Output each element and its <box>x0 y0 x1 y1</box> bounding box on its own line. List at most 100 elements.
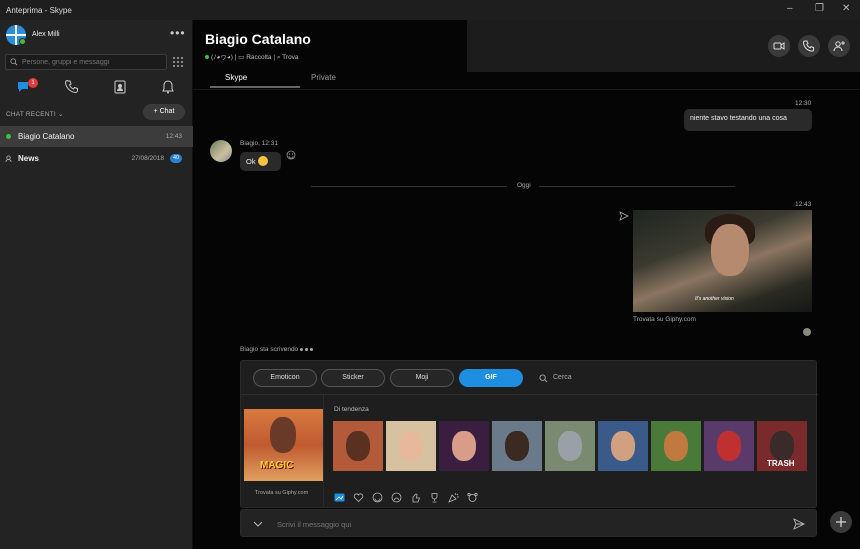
gif-thumbnail[interactable] <box>333 421 383 471</box>
news-icon <box>5 155 12 162</box>
add-person-icon <box>833 41 845 52</box>
gif-thumbnail-text: TRASH <box>767 459 795 468</box>
dialpad-icon[interactable] <box>172 56 184 68</box>
close-icon[interactable]: ✕ <box>842 4 850 14</box>
tab-moji[interactable]: Moji <box>390 369 454 387</box>
picker-divider <box>241 394 818 395</box>
online-status-icon <box>205 55 209 59</box>
avatar[interactable] <box>210 140 232 162</box>
incoming-message[interactable]: Ok <box>240 152 281 171</box>
restore-icon[interactable]: ❐ <box>815 4 824 14</box>
header-divider <box>193 89 860 90</box>
featured-gif[interactable]: MAGIC <box>244 409 323 481</box>
featured-gif-figure <box>270 417 296 453</box>
sad-icon[interactable] <box>391 492 402 503</box>
sidebar: Alex Milli ••• 1 CHAT RECENTI ⌄ + Chat B… <box>0 20 193 549</box>
chat-item-time: 12:43 <box>165 133 182 140</box>
chat-item-news[interactable]: News 27/08/2018 40 <box>0 148 193 169</box>
more-options-icon[interactable]: ••• <box>170 26 186 40</box>
chat-item-name: Biagio Catalano <box>18 132 75 141</box>
message-time: 12:30 <box>795 100 812 107</box>
contact-name[interactable]: Biagio Catalano <box>205 31 311 47</box>
featured-source-link[interactable]: Trovata su Giphy.com <box>255 490 308 496</box>
gif-thumbnail[interactable] <box>651 421 701 471</box>
find-link[interactable]: Trova <box>282 54 298 61</box>
phone-icon <box>803 40 815 52</box>
chat-unread-badge: 1 <box>28 78 38 88</box>
trending-category-icon[interactable] <box>334 492 345 503</box>
audio-call-button[interactable] <box>798 35 820 57</box>
gif-thumbnail[interactable] <box>439 421 489 471</box>
new-chat-button[interactable]: + Chat <box>143 104 185 120</box>
contacts-icon[interactable] <box>113 80 127 94</box>
smile-emoji-icon <box>257 156 268 167</box>
video-camera-icon <box>773 42 785 50</box>
gif-source-link[interactable]: Trovata su Giphy.com <box>633 316 696 323</box>
gif-caption: It's another vision <box>695 296 734 302</box>
window-title: Anteprima - Skype <box>6 6 72 15</box>
notifications-bell-icon[interactable] <box>161 80 175 94</box>
forward-icon[interactable] <box>619 211 629 221</box>
search-icon: ⌕ <box>276 54 281 61</box>
gif-thumbnail[interactable] <box>386 421 436 471</box>
day-separator: Oggi <box>517 182 531 189</box>
gif-figure-face <box>711 224 749 276</box>
contact-mood: (ﾉ◕ヮ◕) <box>211 54 233 61</box>
tab-gif[interactable]: GIF <box>459 369 523 387</box>
gallery-icon: ▭ <box>238 54 245 61</box>
search-box[interactable] <box>5 54 167 70</box>
trophy-icon[interactable] <box>429 492 440 503</box>
tab-sticker[interactable]: Sticker <box>321 369 385 387</box>
read-receipt-avatar <box>803 328 811 336</box>
gif-picker-panel: Emoticon Sticker Moji GIF Cerca MAGIC Tr… <box>240 360 818 508</box>
plus-icon <box>836 517 846 527</box>
gallery-link[interactable]: Raccolta <box>246 54 271 61</box>
gif-thumbnail[interactable] <box>545 421 595 471</box>
picker-column-divider <box>323 395 324 508</box>
message-input[interactable] <box>277 518 757 530</box>
trending-label: Di tendenza <box>334 406 369 413</box>
message-text: Ok <box>246 157 256 166</box>
thumbs-up-icon[interactable] <box>410 492 421 503</box>
outgoing-message[interactable]: niente stavo testando una cosa <box>684 109 812 131</box>
recent-chats-title: CHAT RECENTI <box>6 111 56 118</box>
user-name[interactable]: Alex Milli <box>32 31 60 38</box>
gif-search-input[interactable]: Cerca <box>553 374 572 381</box>
phone-icon[interactable] <box>65 80 79 94</box>
search-icon <box>10 58 18 66</box>
animal-icon[interactable] <box>467 492 478 503</box>
tab-emoticon[interactable]: Emoticon <box>253 369 317 387</box>
gif-thumbnail[interactable] <box>704 421 754 471</box>
add-content-button[interactable] <box>830 511 852 533</box>
smile-icon[interactable] <box>372 492 383 503</box>
party-icon[interactable] <box>448 492 459 503</box>
chevron-down-icon: ⌄ <box>57 111 64 118</box>
video-call-button[interactable] <box>768 35 790 57</box>
day-separator-line <box>539 186 735 187</box>
gif-thumbnail[interactable]: TRASH <box>757 421 807 471</box>
typing-indicator: Biagio sta scrivendo <box>240 346 314 353</box>
active-tab-indicator <box>210 86 300 88</box>
add-people-button[interactable] <box>828 35 850 57</box>
gif-thumbnail[interactable] <box>598 421 648 471</box>
minimize-icon[interactable]: – <box>787 4 793 14</box>
contact-subheader: (ﾉ◕ヮ◕) | ▭ Raccolta | ⌕ Trova <box>205 51 299 62</box>
gif-thumbnail[interactable] <box>492 421 542 471</box>
gif-message[interactable]: It's another vision <box>633 210 812 312</box>
window-titlebar: Anteprima - Skype – ❐ ✕ <box>0 0 860 20</box>
chat-item-biagio[interactable]: Biagio Catalano 12:43 <box>0 126 193 147</box>
unread-count-badge: 40 <box>170 154 182 163</box>
chevron-down-icon[interactable] <box>253 519 263 529</box>
tab-skype[interactable]: Skype <box>225 73 247 82</box>
message-composer <box>240 509 817 537</box>
add-reaction-icon[interactable] <box>286 150 296 160</box>
day-separator-line <box>311 186 507 187</box>
search-input[interactable] <box>22 57 162 68</box>
typing-text: Biagio sta scrivendo <box>240 346 299 353</box>
recent-chats-header[interactable]: CHAT RECENTI ⌄ <box>6 110 64 118</box>
tab-private[interactable]: Private <box>311 73 336 82</box>
send-icon[interactable] <box>793 518 805 530</box>
call-panel <box>467 20 860 72</box>
heart-icon[interactable] <box>353 492 364 503</box>
conversation-pane: Biagio Catalano (ﾉ◕ヮ◕) | ▭ Raccolta | ⌕ … <box>193 20 860 549</box>
